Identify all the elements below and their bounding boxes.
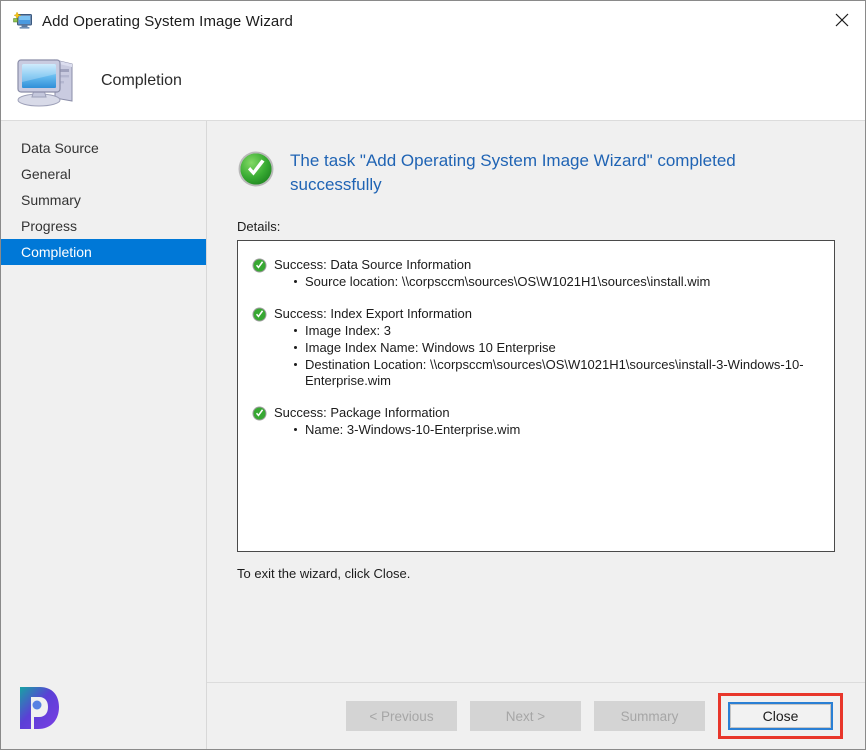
green-check-small-icon	[252, 258, 267, 273]
prajwal-desai-logo	[14, 683, 66, 735]
green-check-small-icon	[252, 307, 267, 322]
completion-panel: The task "Add Operating System Image Wiz…	[207, 121, 865, 682]
wizard-body: Data Source General Summary Progress Com…	[1, 121, 865, 749]
detail-group: Success: Package Information Name: 3-Win…	[252, 405, 820, 438]
green-check-circle-icon	[237, 150, 275, 188]
exit-instruction: To exit the wizard, click Close.	[237, 566, 411, 581]
wizard-footer: < Previous Next > Summary Close	[207, 682, 865, 749]
computer-monitor-icon	[15, 52, 77, 110]
detail-bullet-list: Source location: \\corpsccm\sources\OS\W…	[252, 274, 820, 290]
page-title: Completion	[101, 71, 182, 89]
summary-button[interactable]: Summary	[594, 701, 705, 731]
close-button-label: Close	[730, 704, 831, 728]
sidebar-item-summary[interactable]: Summary	[1, 187, 206, 213]
green-check-small-icon	[252, 406, 267, 421]
sidebar-item-data-source[interactable]: Data Source	[1, 135, 206, 161]
detail-group: Success: Index Export Information Image …	[252, 306, 820, 389]
detail-group-title: Success: Data Source Information	[274, 257, 472, 272]
detail-bullet-list: Name: 3-Windows-10-Enterprise.wim	[252, 422, 820, 438]
detail-group-title: Success: Index Export Information	[274, 306, 472, 321]
title-bar: Add Operating System Image Wizard	[1, 1, 865, 41]
wizard-window: Add Operating System Image Wizard Comple…	[0, 0, 866, 750]
details-box: Success: Data Source Information Source …	[237, 240, 835, 552]
wizard-step-sidebar: Data Source General Summary Progress Com…	[1, 121, 207, 749]
close-button-highlight: Close	[718, 693, 843, 739]
next-button[interactable]: Next >	[470, 701, 581, 731]
sidebar-item-progress[interactable]: Progress	[1, 213, 206, 239]
wizard-monitor-icon	[13, 11, 33, 30]
detail-bullet-list: Image Index: 3 Image Index Name: Windows…	[252, 323, 820, 389]
list-item: Image Index: 3	[294, 323, 820, 339]
list-item: Source location: \\corpsccm\sources\OS\W…	[294, 274, 820, 290]
detail-group-title: Success: Package Information	[274, 405, 450, 420]
list-item: Destination Location: \\corpsccm\sources…	[294, 357, 820, 389]
detail-group: Success: Data Source Information Source …	[252, 257, 820, 290]
sidebar-item-general[interactable]: General	[1, 161, 206, 187]
close-button[interactable]: Close	[728, 702, 833, 730]
detail-group-header: Success: Index Export Information	[252, 306, 820, 322]
close-icon[interactable]	[819, 1, 865, 39]
detail-group-header: Success: Data Source Information	[252, 257, 820, 273]
wizard-content: The task "Add Operating System Image Wiz…	[207, 121, 865, 749]
window-title: Add Operating System Image Wizard	[42, 12, 293, 30]
completion-message: The task "Add Operating System Image Wiz…	[290, 151, 736, 194]
list-item: Name: 3-Windows-10-Enterprise.wim	[294, 422, 820, 438]
details-label: Details:	[237, 219, 281, 234]
wizard-header: Completion	[1, 41, 865, 121]
detail-group-header: Success: Package Information	[252, 405, 820, 421]
list-item: Image Index Name: Windows 10 Enterprise	[294, 340, 820, 356]
previous-button[interactable]: < Previous	[346, 701, 457, 731]
sidebar-item-completion[interactable]: Completion	[1, 239, 206, 265]
completion-banner: The task "Add Operating System Image Wiz…	[237, 149, 835, 197]
